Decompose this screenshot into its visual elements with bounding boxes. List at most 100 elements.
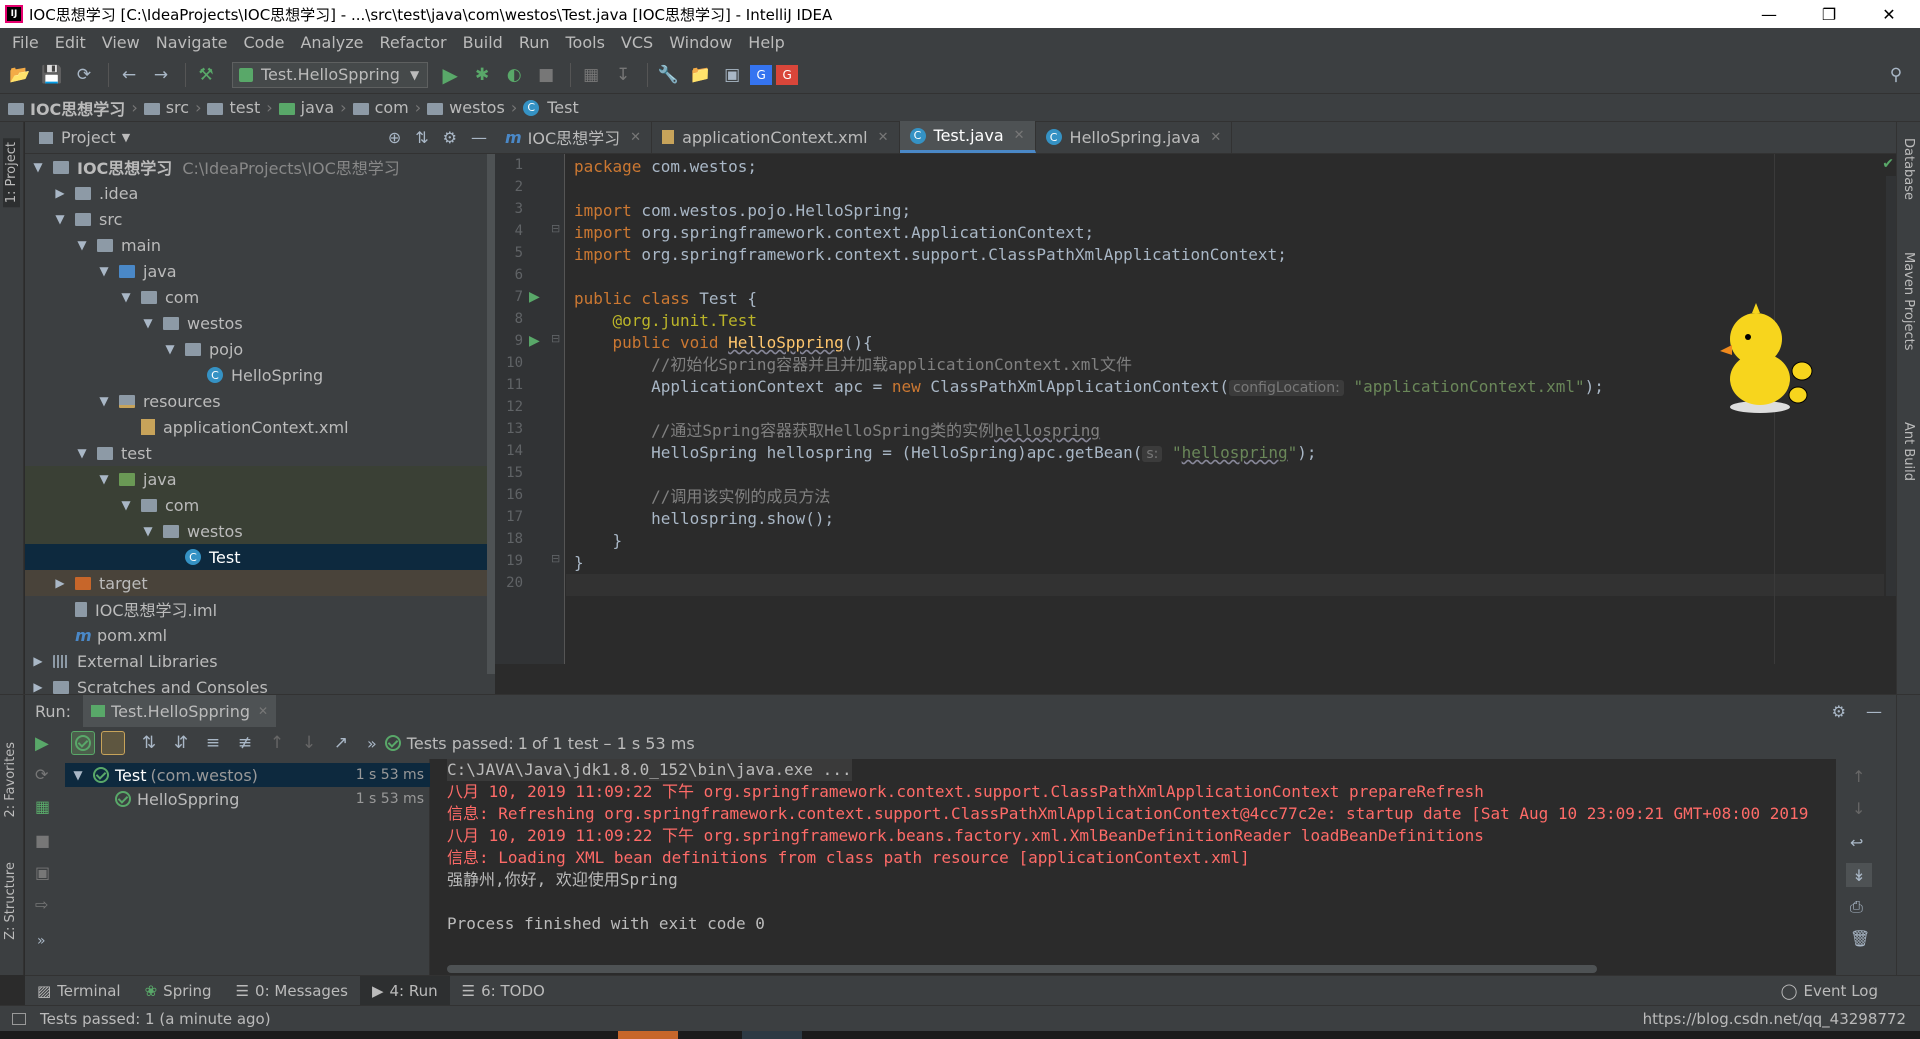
breadcrumb-item[interactable]: westos <box>427 98 505 117</box>
taskbar-app-icon[interactable] <box>618 1031 678 1039</box>
menu-build[interactable]: Build <box>455 33 511 52</box>
print-icon[interactable]: ⎙ <box>1850 897 1863 917</box>
breadcrumb-item[interactable]: java <box>278 98 334 117</box>
tree-item-pojo[interactable]: ▼ pojo <box>25 336 495 362</box>
menu-file[interactable]: File <box>4 33 47 52</box>
database-tool-tab[interactable]: Database <box>1901 138 1916 200</box>
hide-icon[interactable]: — <box>471 128 487 147</box>
settings-wrench-icon[interactable]: 🔧 <box>654 61 682 89</box>
tab-appcontext-xml[interactable]: applicationContext.xml ✕ <box>652 121 900 153</box>
tree-item-com[interactable]: ▼ com <box>25 284 495 310</box>
run-configuration-select[interactable]: Test.HelloSppring ▼ <box>232 61 429 88</box>
fold-icon[interactable]: ⊟ <box>551 332 560 345</box>
tree-item-resources[interactable]: ▼ resources <box>25 388 495 414</box>
menu-edit[interactable]: Edit <box>47 33 94 52</box>
taskbar-app-icon[interactable] <box>742 1031 802 1039</box>
tab-messages[interactable]: ☰ 0: Messages <box>224 976 360 1006</box>
stop-icon[interactable]: ■ <box>532 61 560 89</box>
save-icon[interactable]: 💾 <box>38 61 66 89</box>
scroll-down-icon[interactable]: ↓ <box>1852 799 1865 818</box>
menu-refactor[interactable]: Refactor <box>372 33 455 52</box>
export-results-icon[interactable]: ↗ <box>327 729 355 757</box>
tree-item-idea[interactable]: ▶ .idea <box>25 180 495 206</box>
tree-item-pom[interactable]: m pom.xml <box>25 622 495 648</box>
tree-item-test-westos[interactable]: ▼ westos <box>25 518 495 544</box>
run-tab[interactable]: Test.HelloSppring ✕ <box>83 695 277 727</box>
scroll-up-icon[interactable]: ↑ <box>1852 767 1865 786</box>
close-icon[interactable]: ✕ <box>630 130 641 145</box>
breadcrumb-item[interactable]: test <box>207 98 260 117</box>
sort-duration-icon[interactable]: ⇵ <box>167 729 195 757</box>
code-editor[interactable]: package com.westos; import com.westos.po… <box>566 154 1896 664</box>
gear-icon[interactable]: ⚙ <box>443 128 457 147</box>
tree-item-main[interactable]: ▼ main <box>25 232 495 258</box>
tree-item-test-java[interactable]: ▼ java <box>25 466 495 492</box>
locate-icon[interactable]: ⊕ <box>388 128 401 147</box>
menu-window[interactable]: Window <box>661 33 740 52</box>
console-h-scrollbar[interactable] <box>447 965 1597 973</box>
tree-item-src[interactable]: ▼ src <box>25 206 495 232</box>
tree-item-main-java[interactable]: ▼ java <box>25 258 495 284</box>
build-hammer-icon[interactable]: ⚒ <box>192 61 220 89</box>
search-icon[interactable]: ⚲ <box>1882 61 1910 89</box>
show-ignored-toggle[interactable] <box>101 731 125 755</box>
test-row-method[interactable]: HelloSppring 1 s 53 ms <box>65 787 430 811</box>
chevron-down-icon[interactable]: ▼ <box>122 131 130 144</box>
more-icon[interactable]: » <box>37 933 46 949</box>
breadcrumb-item[interactable]: C Test <box>523 98 579 117</box>
tree-item-root[interactable]: ▼ IOC思想学习 C:\IdeaProjects\IOC思想学习 <box>25 154 495 180</box>
tree-item-appcontext-xml[interactable]: applicationContext.xml <box>25 414 495 440</box>
stop-icon[interactable]: ■ <box>35 831 50 850</box>
tab-ioc-module[interactable]: m IOC思想学习 ✕ <box>495 121 653 153</box>
tab-todo[interactable]: ☰ 6: TODO <box>450 976 557 1006</box>
inspection-ok-icon[interactable]: ✔ <box>1882 156 1894 172</box>
structure-tool-tab[interactable]: Z: Structure <box>3 862 18 940</box>
breadcrumb-item[interactable]: com <box>352 98 409 117</box>
tool-windows-icon[interactable] <box>12 1012 26 1025</box>
forward-icon[interactable]: → <box>147 61 175 89</box>
tree-item-external-libs[interactable]: ▶ External Libraries <box>25 648 495 674</box>
tree-item-test-com[interactable]: ▼ com <box>25 492 495 518</box>
export-icon[interactable]: ⇨ <box>35 895 48 914</box>
translate-alt-icon[interactable]: G <box>776 64 799 85</box>
editor-scrollbar[interactable] <box>1886 176 1896 596</box>
open-folder-icon[interactable]: 📂 <box>6 61 34 89</box>
sync-icon[interactable]: ⟳ <box>70 61 98 89</box>
project-structure-icon[interactable]: 📁 <box>686 61 714 89</box>
rerun-icon[interactable]: ▶ <box>35 733 49 754</box>
vcs-update-icon[interactable]: ▦ <box>577 61 605 89</box>
menu-navigate[interactable]: Navigate <box>148 33 236 52</box>
translate-icon[interactable]: G <box>750 64 773 85</box>
project-view-select[interactable]: Project <box>61 128 116 147</box>
breadcrumb-item[interactable]: src <box>143 98 189 117</box>
tree-item-hellospring[interactable]: C HelloSpring <box>25 362 495 388</box>
close-icon[interactable]: ✕ <box>1860 0 1918 28</box>
previous-failed-icon[interactable]: ↑ <box>263 729 291 757</box>
menu-view[interactable]: View <box>94 33 148 52</box>
close-icon[interactable]: ✕ <box>878 130 889 145</box>
run-console[interactable]: C:\JAVA\Java\jdk1.8.0_152\bin\java.exe .… <box>431 759 1836 975</box>
expand-all-icon[interactable]: ≡ <box>199 729 227 757</box>
sdk-icon[interactable]: ▣ <box>718 61 746 89</box>
tree-item-test[interactable]: ▼ test <box>25 440 495 466</box>
collapse-all-icon[interactable]: ⇅ <box>415 128 428 147</box>
menu-analyze[interactable]: Analyze <box>292 33 371 52</box>
tab-run[interactable]: ▶ 4: Run <box>359 975 450 1006</box>
minimize-icon[interactable]: — <box>1740 0 1798 28</box>
project-tool-tab[interactable]: 1: Project <box>3 138 20 208</box>
tree-item-target[interactable]: ▶ target <box>25 570 495 596</box>
run-test-gutter-icon[interactable]: ▶ <box>529 333 540 349</box>
menu-help[interactable]: Help <box>740 33 792 52</box>
tab-terminal[interactable]: ▨ Terminal <box>25 976 133 1006</box>
close-icon[interactable]: ✕ <box>258 704 268 718</box>
more-icon[interactable]: » <box>367 734 377 753</box>
rerun-failed-icon[interactable]: ⟳ <box>35 765 48 784</box>
maven-tool-tab[interactable]: Maven Projects <box>1901 252 1916 351</box>
tree-item-test-class[interactable]: C Test <box>25 544 495 570</box>
toggle-auto-test-icon[interactable]: ▦ <box>35 797 50 816</box>
camera-icon[interactable]: ▣ <box>35 863 50 882</box>
tab-event-log[interactable]: ◯ Event Log <box>1769 976 1890 1006</box>
fold-icon[interactable]: ⊟ <box>551 552 560 565</box>
tab-spring[interactable]: ❀ Spring <box>133 976 224 1006</box>
show-passed-toggle[interactable] <box>71 731 95 755</box>
